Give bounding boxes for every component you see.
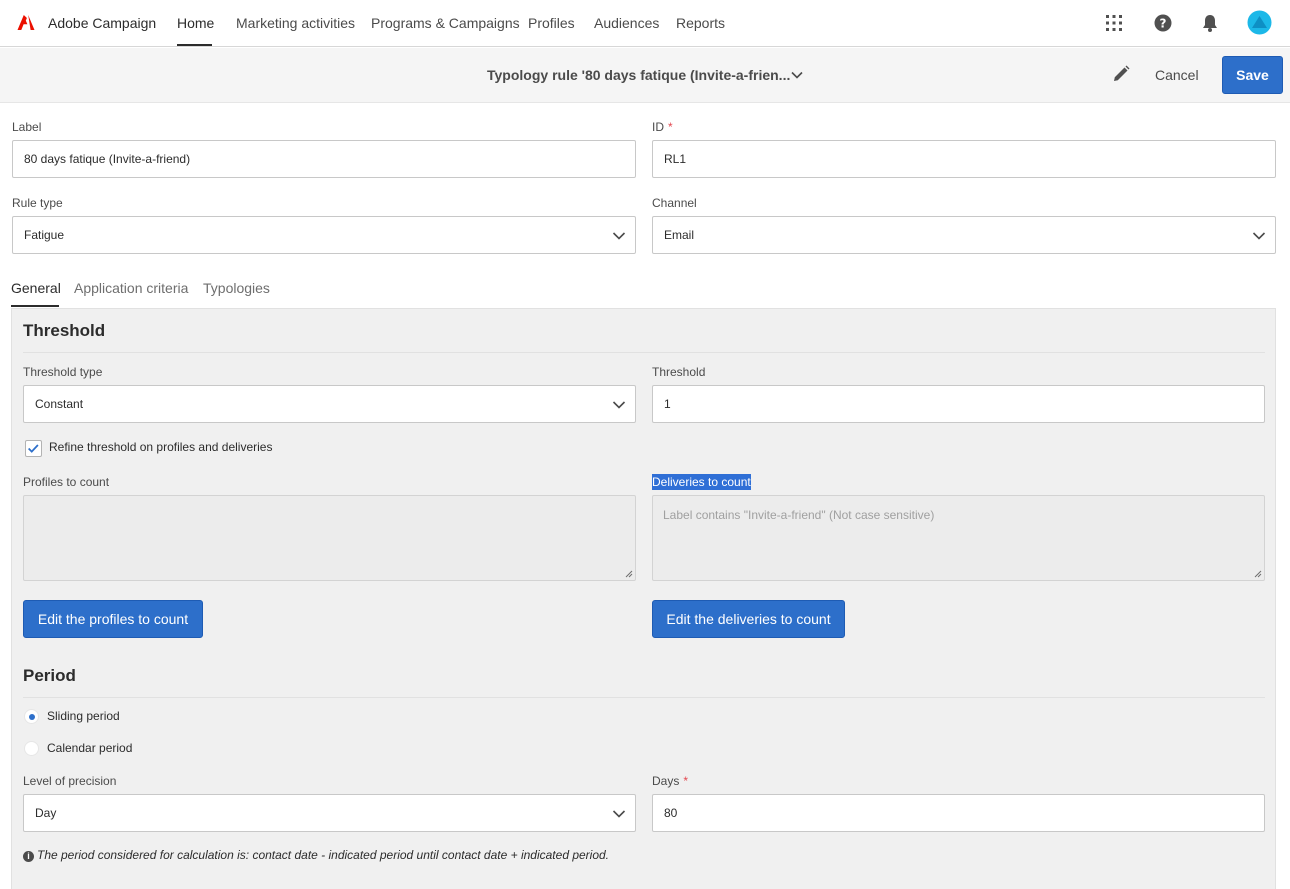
nav-item-home[interactable]: Home xyxy=(177,15,214,31)
threshold-type-select[interactable]: Constant xyxy=(23,385,636,423)
level-of-precision-value: Day xyxy=(35,806,57,820)
period-info-text: The period considered for calculation is… xyxy=(37,848,610,862)
section-divider xyxy=(23,352,1265,353)
days-label: Days * xyxy=(652,774,689,788)
tab-general[interactable]: General xyxy=(11,280,61,296)
page-header: Typology rule '80 days fatique (Invite-a… xyxy=(0,48,1290,103)
top-navigation-bar: Adobe Campaign Home Marketing activities… xyxy=(0,0,1290,47)
deliveries-to-count-label: Deliveries to count xyxy=(652,474,751,490)
edit-profiles-button[interactable]: Edit the profiles to count xyxy=(23,600,203,638)
bell-icon[interactable] xyxy=(1199,12,1221,34)
active-nav-indicator xyxy=(177,44,212,46)
threshold-label: Threshold xyxy=(652,365,706,379)
channel-value: Email xyxy=(664,228,695,242)
level-of-precision-select[interactable]: Day xyxy=(23,794,636,832)
required-marker: * xyxy=(683,774,689,788)
id-input[interactable]: RL1 xyxy=(652,140,1276,178)
threshold-type-value: Constant xyxy=(35,397,84,411)
profiles-to-count-label: Profiles to count xyxy=(23,475,110,489)
chevron-down-icon xyxy=(612,401,626,409)
info-icon: i xyxy=(23,851,34,862)
save-button[interactable]: Save xyxy=(1222,56,1283,94)
label-field-label: Label xyxy=(12,120,42,134)
refine-threshold-checkbox[interactable] xyxy=(25,440,42,457)
rule-type-value: Fatigue xyxy=(24,228,65,242)
tab-typologies[interactable]: Typologies xyxy=(203,280,270,296)
active-tab-indicator xyxy=(11,305,59,307)
section-divider xyxy=(23,697,1265,698)
tab-application-criteria[interactable]: Application criteria xyxy=(74,280,188,296)
level-of-precision-label: Level of precision xyxy=(23,774,117,788)
apps-grid-icon[interactable] xyxy=(1103,12,1125,34)
rule-type-label: Rule type xyxy=(12,196,63,210)
chevron-down-icon xyxy=(612,232,626,240)
sliding-period-label[interactable]: Sliding period xyxy=(47,709,120,723)
threshold-type-label: Threshold type xyxy=(23,365,103,379)
edit-pencil-icon[interactable] xyxy=(1111,64,1131,84)
deliveries-to-count-textarea[interactable]: Label contains "Invite-a-friend" (Not ca… xyxy=(652,495,1265,581)
nav-item-profiles[interactable]: Profiles xyxy=(528,15,575,31)
nav-item-programs-campaigns[interactable]: Programs & Campaigns xyxy=(371,15,520,31)
resize-handle-icon[interactable] xyxy=(1254,570,1262,578)
chevron-down-icon xyxy=(612,810,626,818)
calendar-period-label[interactable]: Calendar period xyxy=(47,741,132,755)
edit-deliveries-button[interactable]: Edit the deliveries to count xyxy=(652,600,845,638)
help-icon[interactable]: ? xyxy=(1152,12,1174,34)
app-name[interactable]: Adobe Campaign xyxy=(48,15,156,31)
threshold-input[interactable]: 1 xyxy=(652,385,1265,423)
rule-type-select[interactable]: Fatigue xyxy=(12,216,636,254)
profiles-to-count-textarea[interactable] xyxy=(23,495,636,581)
page-title[interactable]: Typology rule '80 days fatique (Invite-a… xyxy=(487,67,790,83)
sliding-period-radio[interactable] xyxy=(24,709,39,724)
adobe-logo-icon[interactable] xyxy=(17,14,35,32)
checkmark-icon xyxy=(28,444,39,453)
period-info-note: i The period considered for calculation i… xyxy=(23,848,609,862)
avatar[interactable] xyxy=(1247,10,1272,35)
channel-label: Channel xyxy=(652,196,697,210)
required-marker: * xyxy=(668,120,673,134)
deliveries-to-count-value: Label contains "Invite-a-friend" (Not ca… xyxy=(663,508,935,522)
days-input[interactable]: 80 xyxy=(652,794,1265,832)
chevron-down-icon[interactable] xyxy=(790,68,804,82)
nav-item-marketing-activities[interactable]: Marketing activities xyxy=(236,15,355,31)
channel-select[interactable]: Email xyxy=(652,216,1276,254)
refine-threshold-label[interactable]: Refine threshold on profiles and deliver… xyxy=(49,440,272,454)
nav-item-audiences[interactable]: Audiences xyxy=(594,15,659,31)
resize-handle-icon[interactable] xyxy=(625,570,633,578)
threshold-section-title: Threshold xyxy=(23,321,106,340)
svg-text:?: ? xyxy=(1160,17,1167,31)
nav-item-reports[interactable]: Reports xyxy=(676,15,725,31)
calendar-period-radio[interactable] xyxy=(24,741,39,756)
id-field-label: ID * xyxy=(652,120,673,134)
label-input[interactable]: 80 days fatique (Invite-a-friend) xyxy=(12,140,636,178)
chevron-down-icon xyxy=(1252,232,1266,240)
cancel-button[interactable]: Cancel xyxy=(1145,65,1209,85)
period-section-title: Period xyxy=(23,666,76,685)
